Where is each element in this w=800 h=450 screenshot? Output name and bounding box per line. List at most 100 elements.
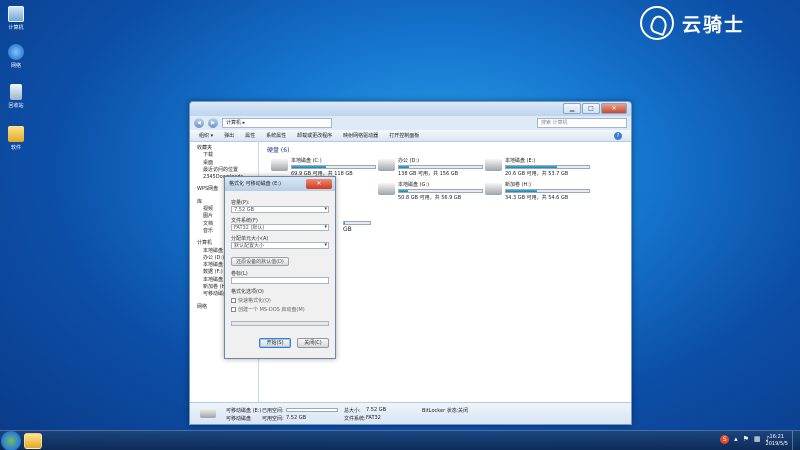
drive-name: 本地磁盘 (G:) bbox=[398, 182, 430, 188]
dialog-close-button[interactable]: ✕ bbox=[306, 179, 332, 189]
maximize-button[interactable]: □ bbox=[582, 103, 600, 114]
drive-usage-bar bbox=[398, 165, 483, 169]
drive-usage-fill bbox=[399, 166, 409, 168]
capacity-select[interactable]: 7.52 GB bbox=[231, 206, 329, 213]
dialog-titlebar[interactable]: 格式化 可移动磁盘 (E:) ✕ bbox=[225, 177, 335, 191]
drive-usage-fill bbox=[506, 190, 537, 192]
desktop-icon-label: 网络 bbox=[10, 63, 21, 69]
address-field[interactable]: 计算机 ▸ bbox=[222, 118, 332, 128]
drive-tile[interactable]: 本地磁盘 (C:) 69.9 GB 可用，共 118 GB bbox=[271, 157, 376, 177]
uninstall-button[interactable]: 卸载或更改程序 bbox=[297, 132, 332, 139]
system-tray: S ▴ ⚑ ▦ ♪ bbox=[720, 435, 770, 444]
drive-name: 本地磁盘 (C:) bbox=[291, 158, 322, 164]
nav-item[interactable]: 下载 bbox=[197, 152, 258, 159]
partial-drive: GB bbox=[343, 220, 371, 233]
hard-drive-icon bbox=[378, 183, 395, 195]
map-drive-button[interactable]: 映射网络驱动器 bbox=[343, 132, 378, 139]
desktop-icon-recycle-bin[interactable]: 回收站 bbox=[2, 84, 30, 109]
network-tray-icon[interactable]: ▦ bbox=[754, 435, 761, 444]
taskbar: S ▴ ⚑ ▦ ♪ 16:21 2019/5/5 bbox=[0, 430, 800, 450]
show-desktop-button[interactable] bbox=[792, 431, 800, 450]
logo-text: 云骑士 bbox=[682, 13, 746, 36]
clock-time: 16:21 bbox=[769, 434, 784, 440]
desktop-icon-label: 软件 bbox=[10, 145, 21, 151]
desktop-icon-software[interactable]: 软件 bbox=[2, 126, 30, 151]
restore-defaults-button[interactable]: 还原设备的默认值(D) bbox=[231, 257, 289, 266]
drive-tile[interactable]: 新加卷 (H:) 34.3 GB 可用，共 54.6 GB bbox=[485, 181, 590, 201]
drive-usage-fill bbox=[292, 166, 327, 168]
brand-logo: 云骑士 bbox=[640, 4, 790, 42]
computer-icon bbox=[8, 6, 24, 22]
allocation-select[interactable]: 默认配置大小 bbox=[231, 242, 329, 249]
format-progress-bar bbox=[231, 321, 329, 326]
forward-button[interactable]: ▶ bbox=[208, 118, 218, 128]
status-total-value: 7.52 GB bbox=[366, 407, 387, 413]
status-free-label: 可用空间: bbox=[262, 416, 284, 422]
allocation-label: 分配单元大小(A) bbox=[231, 236, 269, 242]
address-bar-row: ◀ ▶ 计算机 ▸ 搜索 计算机 bbox=[190, 116, 631, 130]
help-icon[interactable]: ? bbox=[614, 131, 622, 140]
command-bar: 组织 ▾ 弹出 属性 系统属性 卸载或更改程序 映射网络驱动器 打开控制面板 ? bbox=[190, 130, 631, 142]
drive-usage-bar bbox=[505, 189, 590, 193]
organize-button[interactable]: 组织 ▾ bbox=[199, 132, 213, 139]
eject-button[interactable]: 弹出 bbox=[224, 132, 234, 139]
start-button[interactable]: 开始(S) bbox=[259, 338, 291, 348]
quick-format-label: 快速格式化(Q) bbox=[238, 298, 271, 304]
minimize-button[interactable]: ▁ bbox=[563, 103, 581, 114]
hard-drive-icon bbox=[485, 183, 502, 195]
clock[interactable]: 16:21 2019/5/5 bbox=[766, 434, 788, 448]
system-properties-button[interactable]: 系统属性 bbox=[266, 132, 286, 139]
search-input[interactable]: 搜索 计算机 bbox=[537, 118, 627, 128]
desktop-icon-network[interactable]: 网络 bbox=[2, 44, 30, 69]
status-bitlocker-label: BitLocker 状态: bbox=[422, 408, 459, 414]
desktop-icon-label: 回收站 bbox=[8, 103, 24, 109]
properties-button[interactable]: 属性 bbox=[245, 132, 255, 139]
drive-space: 138 GB 可用，共 156 GB bbox=[398, 171, 459, 177]
status-free-value: 7.52 GB bbox=[286, 415, 307, 421]
status-bitlocker-value: 关闭 bbox=[458, 408, 469, 414]
drive-space: GB bbox=[343, 226, 352, 233]
drive-usage-bar bbox=[291, 165, 376, 169]
window-titlebar[interactable]: ▁ □ ✕ bbox=[190, 102, 631, 116]
start-button-orb[interactable] bbox=[1, 431, 21, 450]
control-panel-button[interactable]: 打开控制面板 bbox=[389, 132, 419, 139]
drive-space: 34.3 GB 可用，共 54.6 GB bbox=[505, 195, 569, 201]
format-options-label: 格式化选项(O) bbox=[231, 289, 264, 295]
status-drive-name: 可移动磁盘 (E:) bbox=[226, 408, 262, 414]
close-dialog-button[interactable]: 关闭(C) bbox=[297, 338, 329, 348]
drive-tile[interactable]: 本地磁盘 (G:) 50.8 GB 可用，共 56.9 GB bbox=[378, 181, 483, 201]
desktop-icon-computer[interactable]: 计算机 bbox=[2, 6, 30, 31]
status-total-label: 总大小: bbox=[344, 408, 361, 414]
tray-arrow-icon[interactable]: ▴ bbox=[734, 435, 738, 444]
network-icon bbox=[8, 44, 24, 60]
status-drive-type: 可移动磁盘 bbox=[226, 416, 252, 422]
checkbox-icon bbox=[231, 307, 236, 312]
nav-item[interactable]: 最近访问的位置 bbox=[197, 167, 258, 174]
drive-space: 50.8 GB 可用，共 56.9 GB bbox=[398, 195, 462, 201]
flag-icon[interactable]: ⚑ bbox=[743, 435, 749, 444]
taskbar-explorer-button[interactable] bbox=[24, 433, 42, 449]
filesystem-select[interactable]: FAT32 (默认) bbox=[231, 224, 329, 231]
desktop-icon-label: 计算机 bbox=[8, 25, 24, 31]
status-used-label: 已用空间: bbox=[262, 408, 284, 414]
drive-usage-bar bbox=[398, 189, 483, 193]
hard-drive-icon bbox=[271, 159, 288, 171]
removable-drive-icon bbox=[200, 408, 216, 418]
section-header-hard-disks[interactable]: 硬盘 (6) bbox=[267, 145, 627, 154]
quick-format-checkbox[interactable]: 快速格式化(Q) bbox=[231, 297, 329, 304]
volume-label-input[interactable] bbox=[231, 277, 329, 284]
status-fs-label: 文件系统: bbox=[344, 416, 366, 422]
close-button[interactable]: ✕ bbox=[601, 103, 627, 114]
drive-usage-bar bbox=[343, 221, 371, 225]
drive-name: 本地磁盘 (E:) bbox=[505, 158, 536, 164]
msdos-checkbox[interactable]: 创建一个 MS-DOS 启动盘(M) bbox=[231, 306, 329, 313]
filesystem-label: 文件系统(F) bbox=[231, 218, 258, 224]
nav-item[interactable]: 桌面 bbox=[197, 160, 258, 167]
drive-tile[interactable]: 本地磁盘 (E:) 20.6 GB 可用，共 53.7 GB bbox=[485, 157, 590, 177]
sogou-input-icon[interactable]: S bbox=[720, 435, 730, 444]
format-dialog: 格式化 可移动磁盘 (E:) ✕ 容量(P): 7.52 GB 文件系统(F) … bbox=[224, 176, 336, 359]
drive-usage-bar bbox=[505, 165, 590, 169]
back-button[interactable]: ◀ bbox=[194, 118, 204, 128]
drive-tile[interactable]: 办公 (D:) 138 GB 可用，共 156 GB bbox=[378, 157, 483, 177]
folder-icon bbox=[8, 126, 24, 142]
